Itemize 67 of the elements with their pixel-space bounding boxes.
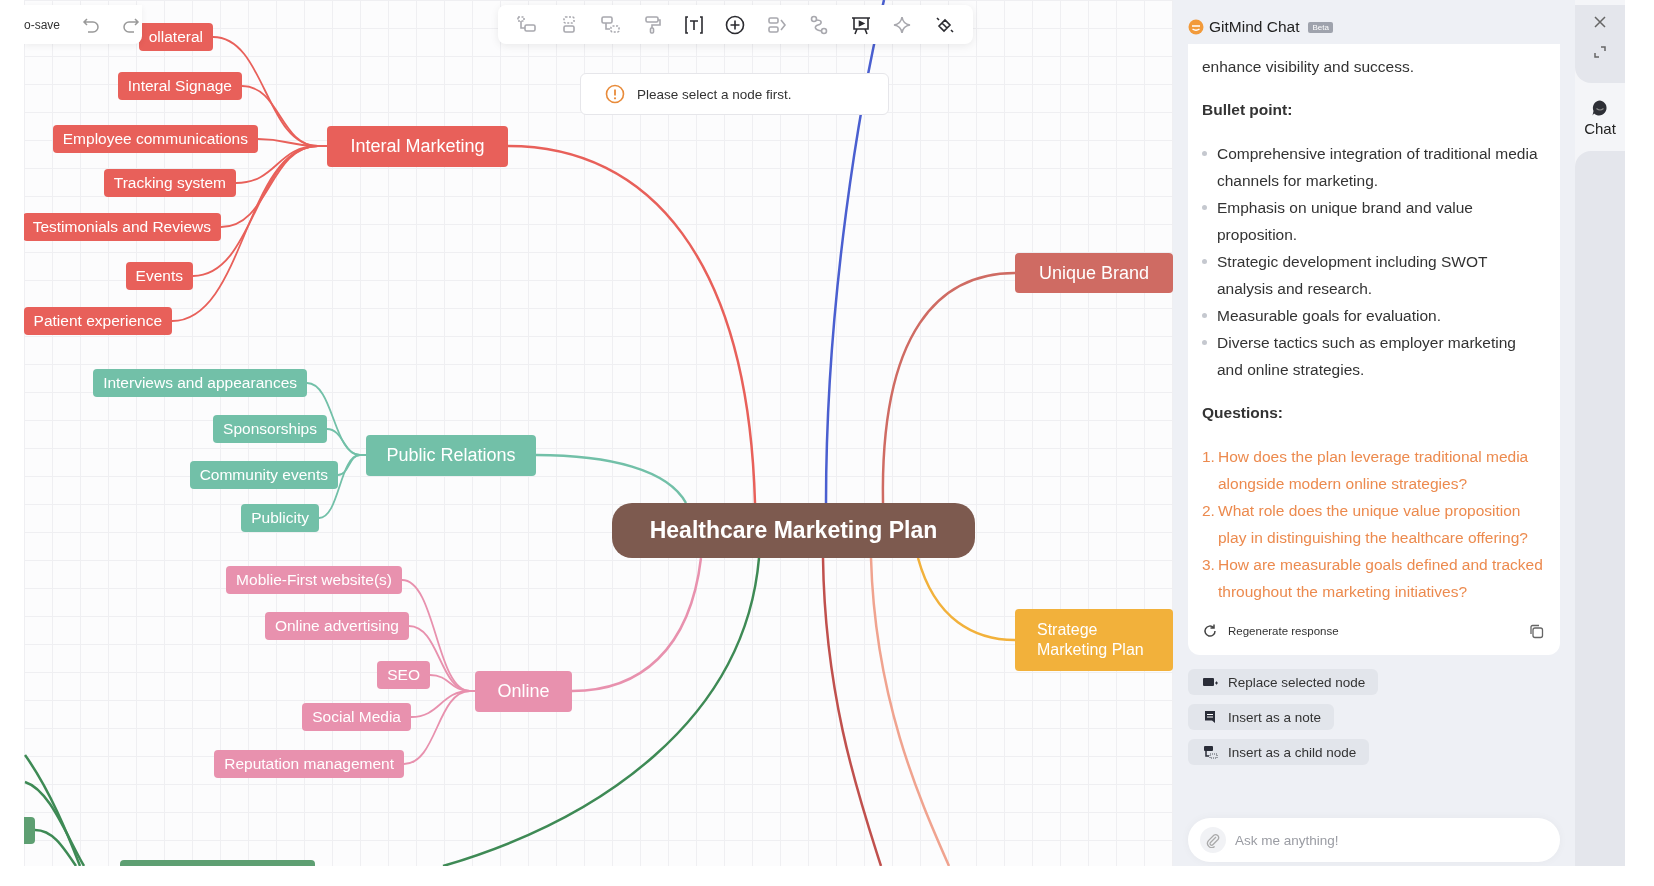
node-swap-icon [1202,675,1218,689]
mindmap-node[interactable]: Sponsorships [213,415,327,443]
logo-icon [1188,19,1204,35]
redo-icon[interactable] [122,15,141,34]
close-icon[interactable] [1593,15,1607,29]
question-link[interactable]: How are measurable goals defined and tracked throughout the marketing initiatives? [1218,551,1544,605]
copy-icon[interactable] [1529,623,1544,639]
expand-icon[interactable] [1593,45,1607,59]
mindmap-node[interactable]: Tracking system [103,169,236,197]
mindmap-node[interactable]: Publicity [241,504,319,532]
warning-icon [605,84,625,104]
bullet-text: Strategic development including SWOT analysis and research. [1217,252,1489,299]
bullet-dot [1202,259,1207,264]
central-topic[interactable]: Healthcare Marketing Plan [612,503,975,558]
question-number: 3. [1202,555,1216,575]
bullet-dot [1202,340,1207,345]
undo-icon[interactable] [82,15,101,34]
note-icon [1202,710,1218,724]
paperclip-icon [1205,832,1221,848]
mindmap-node[interactable]: Stratege Marketing Plan [1015,609,1173,671]
mindmap-node[interactable]: Testimonials and Reviews [24,213,221,241]
mindmap-node[interactable]: Unique Brand [1015,253,1173,293]
action-button[interactable]: Insert as a note [1188,704,1335,730]
autosave-label: o-save [24,17,61,32]
toast-text: Please select a node first. [637,86,792,102]
bullet-text: Diverse tactics such as employer marketing and online strategies. [1217,333,1517,380]
mindmap-node[interactable]: Interal Signage [117,72,242,100]
action-button[interactable]: Replace selected node [1188,669,1379,695]
bullet-dot [1202,313,1207,318]
mindmap-node[interactable]: Community events [189,461,338,489]
beta-badge: Beta [1308,21,1333,33]
mindmap-node[interactable]: Interal Marketing [327,126,508,167]
mindmap-node[interactable]: ollateral [138,23,213,51]
mindmap-node[interactable]: Employee communications [52,125,258,153]
mindmap-node[interactable]: Patient experience [24,307,172,335]
child-node-icon [1202,745,1218,759]
bullet-dot [1202,151,1207,156]
refresh-icon[interactable] [1202,623,1218,639]
question-number: 1. [1202,447,1216,467]
mindmap-node[interactable]: Public Relations [366,435,536,476]
bullet-dot [1202,205,1207,210]
action-button[interactable]: Insert as a child node [1188,739,1370,765]
mindmap-node[interactable]: Social Media [302,703,411,731]
mindmap-node[interactable]: Events [125,262,193,290]
input-field[interactable]: Ask me anything! [1188,818,1560,862]
bullet-text: Emphasis on unique brand and value proposition. [1217,198,1474,245]
chat-tab-label[interactable]: Chat [1584,120,1616,137]
mindmap-node[interactable]: Interviews and appearances [93,369,307,397]
question-link[interactable]: How does the plan leverage traditional media alongside modern online strategies? [1218,443,1544,497]
panel-title: GitMind Chat [1209,18,1300,36]
mindmap-node[interactable]: Reputation management [214,750,404,778]
bullet-text: Comprehensive integration of traditional media channels for marketing. [1217,144,1539,191]
question-link[interactable]: What role does the unique value proposition play in distinguishing the healthcare offering? [1218,497,1544,551]
mindmap-node[interactable]: Online [475,671,572,712]
bullet-text: Measurable goals for evaluation. [1217,306,1442,326]
section-heading: Questions: [1202,403,1284,423]
mindmap-node[interactable]: Moblie-First website(s) [226,566,402,594]
add-circle-icon[interactable] [724,13,747,36]
mindmap-node[interactable] [24,817,35,844]
question-number: 2. [1202,501,1216,521]
response-text: enhance visibility and success. [1202,57,1415,77]
mindmap-node[interactable]: Online advertising [264,612,409,640]
mindmap-node[interactable]: SEO [377,661,430,689]
chat-bubble-icon[interactable] [1591,99,1609,117]
text-bracket-icon[interactable] [682,13,705,36]
regenerate-link[interactable]: Regenerate response [1228,625,1339,637]
section-heading: Bullet point: [1202,100,1294,120]
